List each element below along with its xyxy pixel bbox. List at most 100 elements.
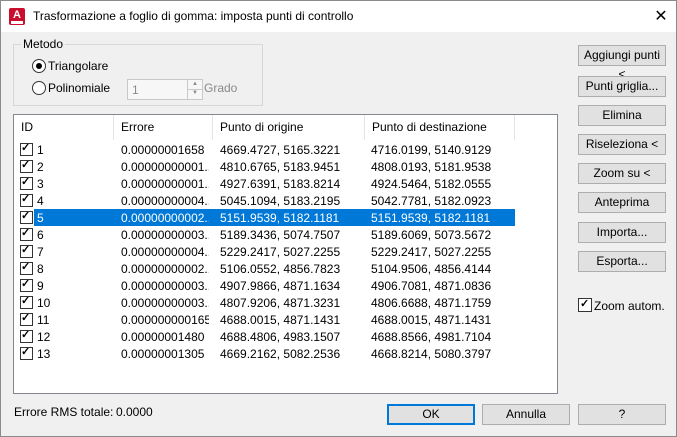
cell-id: 12 (37, 330, 51, 344)
cell-origine: 4688.0015, 4871.1431 (220, 313, 341, 327)
column-header-origine[interactable]: Punto di origine (213, 115, 365, 140)
cell-destinazione: 4806.6688, 4871.1759 (371, 296, 492, 310)
importa-button[interactable]: Importa... (578, 222, 666, 243)
cell-origine: 5045.1094, 5183.2195 (220, 194, 341, 208)
row-checkbox[interactable] (20, 243, 33, 258)
table-row[interactable]: 12 0.00000001480 4688.4806, 4983.1507 4688.… (14, 328, 557, 345)
table-row[interactable]: 9 0.00000000003... 4907.9866, 4871.1634 490… (14, 277, 557, 294)
row-checkbox[interactable] (20, 158, 33, 173)
cell-errore: 0.00000000002... (121, 211, 209, 225)
esporta-button[interactable]: Esporta... (578, 251, 666, 272)
row-checkbox[interactable] (20, 328, 33, 343)
help-button[interactable]: ? (578, 404, 666, 425)
cell-origine: 4669.4727, 5165.3221 (220, 143, 341, 157)
column-header-errore[interactable]: Errore (114, 115, 213, 140)
zoom-autom-checkbox[interactable] (578, 297, 592, 312)
column-header-destinazione[interactable]: Punto di destinazione (365, 115, 515, 140)
window-title: Trasformazione a foglio di gomma: impost… (33, 9, 354, 23)
ok-button[interactable]: OK (387, 404, 475, 425)
row-checkbox[interactable] (20, 294, 33, 309)
table-row[interactable]: 11 0.0000000001657 4688.0015, 4871.1431 468… (14, 311, 557, 328)
table-row[interactable]: 2 0.00000000001... 4810.6765, 5183.9451 480… (14, 158, 557, 175)
cell-id: 13 (37, 347, 51, 361)
cell-destinazione: 4808.0193, 5181.9538 (371, 160, 492, 174)
punti-griglia-button[interactable]: Punti griglia... (578, 76, 666, 97)
row-checkbox[interactable] (20, 175, 33, 190)
grado-stepper[interactable]: 1 ▲ ▼ (127, 79, 203, 100)
dialog-window: A Trasformazione a foglio di gomma: impo… (0, 0, 677, 437)
cell-errore: 0.00000000001... (121, 177, 209, 191)
table-row[interactable]: 4 0.00000000004... 5045.1094, 5183.2195 504… (14, 192, 557, 209)
table-row[interactable]: 3 0.00000000001... 4927.6391, 5183.8214 492… (14, 175, 557, 192)
cell-errore: 0.00000000004... (121, 194, 209, 208)
cell-origine: 5151.9539, 5182.1181 (220, 211, 340, 225)
table-row[interactable]: 10 0.00000000003... 4807.9206, 4871.3231 48… (14, 294, 557, 311)
elimina-button[interactable]: Elimina (578, 105, 666, 126)
table-row[interactable]: 6 0.00000000003... 5189.3436, 5074.7507 518… (14, 226, 557, 243)
cell-errore: 0.00000000003... (121, 228, 209, 242)
rms-label: Errore RMS totale: (14, 405, 114, 419)
grado-value: 1 (132, 83, 139, 97)
cell-origine: 4688.4806, 4983.1507 (220, 330, 341, 344)
cell-errore: 0.00000000001... (121, 160, 209, 174)
cell-id: 11 (37, 313, 50, 327)
cell-destinazione: 4716.0199, 5140.9129 (371, 143, 492, 157)
cell-destinazione: 5189.6069, 5073.5672 (371, 228, 492, 242)
metodo-label: Metodo (21, 37, 66, 51)
row-checkbox[interactable] (20, 226, 33, 241)
cell-origine: 4669.2162, 5082.2536 (220, 347, 341, 361)
grado-label: Grado (204, 81, 238, 95)
table-row[interactable]: 13 0.00000001305 4669.2162, 5082.2536 4668.… (14, 345, 557, 362)
cell-destinazione: 4906.7081, 4871.0836 (371, 279, 492, 293)
cell-destinazione: 4924.5464, 5182.0555 (371, 177, 492, 191)
close-icon[interactable]: ✕ (646, 1, 676, 32)
row-checkbox[interactable] (20, 209, 33, 224)
aggiungi-punti-button[interactable]: Aggiungi punti < (578, 45, 666, 81)
row-checkbox[interactable] (20, 141, 33, 156)
table-row[interactable]: 5 0.00000000002... 5151.9539, 5182.1181 515… (14, 209, 557, 226)
riseleziona-button[interactable]: Riseleziona < (578, 134, 666, 155)
cell-origine: 5189.3436, 5074.7507 (220, 228, 341, 242)
title-bar: A Trasformazione a foglio di gomma: impo… (1, 1, 676, 32)
cell-id: 5 (37, 211, 44, 225)
control-points-list[interactable]: ID Errore Punto di origine Punto di dest… (13, 114, 558, 394)
cell-destinazione: 4668.8214, 5080.3797 (371, 347, 492, 361)
polinomiale-radio[interactable] (32, 81, 46, 95)
cell-destinazione: 5042.7781, 5182.0923 (371, 194, 492, 208)
cell-origine: 4907.9866, 4871.1634 (220, 279, 341, 293)
anteprima-button[interactable]: Anteprima (578, 192, 666, 213)
cell-origine: 5229.2417, 5027.2255 (220, 245, 341, 259)
table-row[interactable]: 7 0.00000000004... 5229.2417, 5027.2255 522… (14, 243, 557, 260)
row-checkbox[interactable] (20, 260, 33, 275)
zoom-autom-label[interactable]: Zoom autom. (594, 299, 665, 313)
cell-id: 1 (37, 143, 44, 157)
zoom-su-button[interactable]: Zoom su < (578, 163, 666, 184)
cell-errore: 0.00000001305 (121, 347, 205, 361)
cell-destinazione: 4688.0015, 4871.1431 (371, 313, 492, 327)
cell-origine: 5106.0552, 4856.7823 (220, 262, 341, 276)
cell-destinazione: 4688.8566, 4981.7104 (371, 330, 492, 344)
cell-id: 9 (37, 279, 44, 293)
cell-errore: 0.00000001658 (121, 143, 205, 157)
cell-errore: 0.00000000004... (121, 245, 209, 259)
cell-id: 3 (37, 177, 44, 191)
list-header: ID Errore Punto di origine Punto di dest… (14, 115, 557, 140)
row-checkbox[interactable] (20, 277, 33, 292)
cell-id: 8 (37, 262, 44, 276)
row-checkbox[interactable] (20, 345, 33, 360)
table-row[interactable]: 8 0.00000000002... 5106.0552, 4856.7823 510… (14, 260, 557, 277)
cell-errore: 0.00000001480 (121, 330, 205, 344)
triangolare-radio[interactable] (32, 59, 46, 73)
cell-destinazione: 5151.9539, 5182.1181 (371, 211, 491, 225)
triangolare-label[interactable]: Triangolare (48, 59, 108, 73)
row-checkbox[interactable] (20, 311, 33, 326)
cell-origine: 4807.9206, 4871.3231 (220, 296, 341, 310)
cell-destinazione: 5104.9506, 4856.4144 (371, 262, 492, 276)
polinomiale-label[interactable]: Polinomiale (48, 81, 110, 95)
spin-down-icon[interactable]: ▼ (188, 89, 202, 98)
annulla-button[interactable]: Annulla (482, 404, 570, 425)
table-row[interactable]: 1 0.00000001658 4669.4727, 5165.3221 4716.0… (14, 141, 557, 158)
row-checkbox[interactable] (20, 192, 33, 207)
rms-value: 0.0000 (116, 405, 153, 419)
column-header-id[interactable]: ID (14, 115, 114, 140)
